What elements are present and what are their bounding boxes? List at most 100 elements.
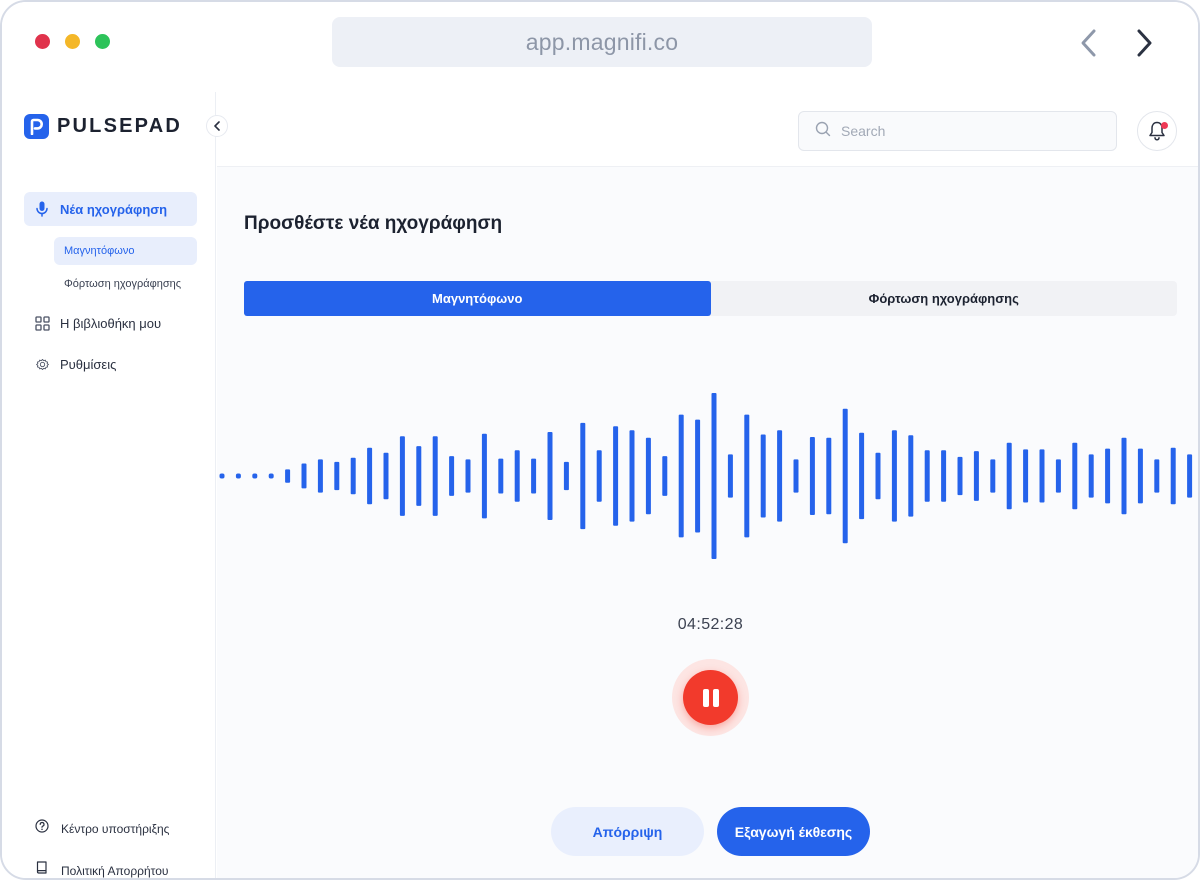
waveform-bar <box>711 393 717 559</box>
waveform-bar <box>416 446 422 506</box>
waveform-bar <box>1088 454 1094 498</box>
waveform-bar <box>629 430 635 522</box>
waveform-bar <box>514 450 520 502</box>
waveform-bar <box>1170 447 1176 505</box>
sidebar-item-library[interactable]: Η βιβλιοθήκη μου <box>24 306 197 340</box>
search-icon <box>815 121 831 142</box>
maximize-window-dot[interactable] <box>95 34 110 49</box>
waveform-bar <box>547 432 553 520</box>
waveform-bar <box>1039 449 1045 503</box>
sidebar-item-label: Η βιβλιοθήκη μου <box>60 315 162 331</box>
waveform-bar <box>941 450 947 502</box>
waveform-bar <box>1137 448 1143 504</box>
sidebar-item-label: Κέντρο υποστήριξης <box>61 821 170 836</box>
waveform-bar <box>563 461 569 491</box>
waveform-bar <box>760 434 766 518</box>
waveform-bar <box>268 473 274 479</box>
page-title: Προσθέστε νέα ηχογράφηση <box>244 213 503 234</box>
tab-upload-recording[interactable]: Φόρτωση ηχογράφησης <box>711 281 1178 316</box>
waveform-bar <box>678 414 684 538</box>
waveform-bar <box>1006 442 1012 510</box>
waveform-bar <box>957 456 963 496</box>
sidebar-item-label: Νέα ηχογράφηση <box>60 201 168 217</box>
waveform-bar <box>695 419 701 533</box>
grid-icon <box>34 315 50 331</box>
microphone-icon <box>34 201 50 217</box>
sidebar-item-support-center[interactable]: Κέντρο υποστήριξης <box>35 819 169 838</box>
waveform-bar <box>645 437 651 515</box>
waveform-bar <box>498 458 504 494</box>
chevron-left-icon <box>214 121 220 131</box>
waveform-bar <box>399 436 405 516</box>
search-box[interactable] <box>798 111 1117 151</box>
sidebar-subitem-recorder[interactable]: Μαγνητόφωνο <box>54 237 197 265</box>
minimize-window-dot[interactable] <box>65 34 80 49</box>
waveform-bar <box>580 422 586 530</box>
waveform-bar <box>367 447 373 505</box>
waveform-bar <box>990 459 996 493</box>
search-input[interactable] <box>841 123 1091 139</box>
brand-logo[interactable]: PULSEPAD <box>24 114 182 139</box>
waveform-bar <box>1121 437 1127 515</box>
pause-icon <box>683 670 738 725</box>
waveform-bar <box>842 408 848 544</box>
waveform-bar <box>924 450 930 502</box>
main-content: Προσθέστε νέα ηχογράφηση Μαγνητόφωνο Φόρ… <box>217 92 1198 878</box>
pause-recording-button[interactable] <box>672 659 749 736</box>
waveform-bar <box>350 457 356 495</box>
waveform-bar <box>432 436 438 516</box>
waveform-bar <box>1072 442 1078 510</box>
waveform-bar <box>252 473 258 479</box>
waveform-bar <box>777 430 783 522</box>
waveform-bar <box>1055 459 1061 493</box>
waveform-bar <box>383 452 389 500</box>
waveform-bar <box>875 452 881 500</box>
close-window-dot[interactable] <box>35 34 50 49</box>
sidebar-item-settings[interactable]: Ρυθμίσεις <box>24 347 197 381</box>
browser-forward-button[interactable] <box>1129 26 1159 60</box>
waveform-bar <box>449 456 455 496</box>
waveform-bar <box>744 414 750 538</box>
browser-chrome: app.magnifi.co <box>2 2 1198 92</box>
brand-name: PULSEPAD <box>57 115 183 137</box>
browser-back-button[interactable] <box>1074 26 1104 60</box>
pulsepad-logo-icon <box>24 114 49 139</box>
top-bar <box>217 92 1198 167</box>
waveform-bar <box>285 469 291 483</box>
sidebar-item-new-recording[interactable]: Νέα ηχογράφηση <box>24 192 197 226</box>
recording-timer: 04:52:28 <box>677 616 744 633</box>
address-bar[interactable]: app.magnifi.co <box>332 17 872 67</box>
sidebar: PULSEPAD Νέα ηχογράφηση Μαγνητόφωνο Φόρτ… <box>2 92 228 878</box>
sidebar-item-label: Ρυθμίσεις <box>60 356 117 372</box>
waveform-bar <box>793 459 799 493</box>
waveform-bar <box>317 459 323 493</box>
notification-badge <box>1161 122 1168 129</box>
discard-button[interactable]: Απόρριψη <box>551 807 704 856</box>
waveform-bar <box>465 459 471 493</box>
address-bar-url: app.magnifi.co <box>525 28 679 55</box>
collapse-sidebar-button[interactable] <box>206 115 228 137</box>
tab-recorder[interactable]: Μαγνητόφωνο <box>244 281 711 316</box>
waveform-bar <box>973 451 979 501</box>
waveform-bar <box>1023 449 1029 503</box>
notifications-button[interactable] <box>1137 111 1177 151</box>
audio-waveform <box>219 393 1193 559</box>
waveform-bar <box>301 463 307 489</box>
waveform-bar <box>219 473 225 479</box>
waveform-bar <box>727 454 733 498</box>
waveform-bar <box>1187 454 1193 498</box>
waveform-bar <box>662 456 668 496</box>
sidebar-item-label: Πολιτική Απορρήτου <box>61 863 169 878</box>
waveform-bar <box>826 437 832 515</box>
chevron-right-icon <box>1137 29 1152 57</box>
recording-mode-tabs: Μαγνητόφωνο Φόρτωση ηχογράφησης <box>244 281 1177 316</box>
sidebar-subitem-upload-recording[interactable]: Φόρτωση ηχογράφησης <box>54 270 197 298</box>
export-report-button[interactable]: Εξαγωγή έκθεσης <box>717 807 870 856</box>
sidebar-item-privacy-policy[interactable]: Πολιτική Απορρήτου <box>35 861 169 878</box>
waveform-bar <box>891 430 897 522</box>
help-icon <box>35 819 49 838</box>
book-icon <box>35 861 49 878</box>
gear-icon <box>34 356 50 372</box>
waveform-bar <box>1105 448 1111 504</box>
waveform-bar <box>859 432 865 520</box>
